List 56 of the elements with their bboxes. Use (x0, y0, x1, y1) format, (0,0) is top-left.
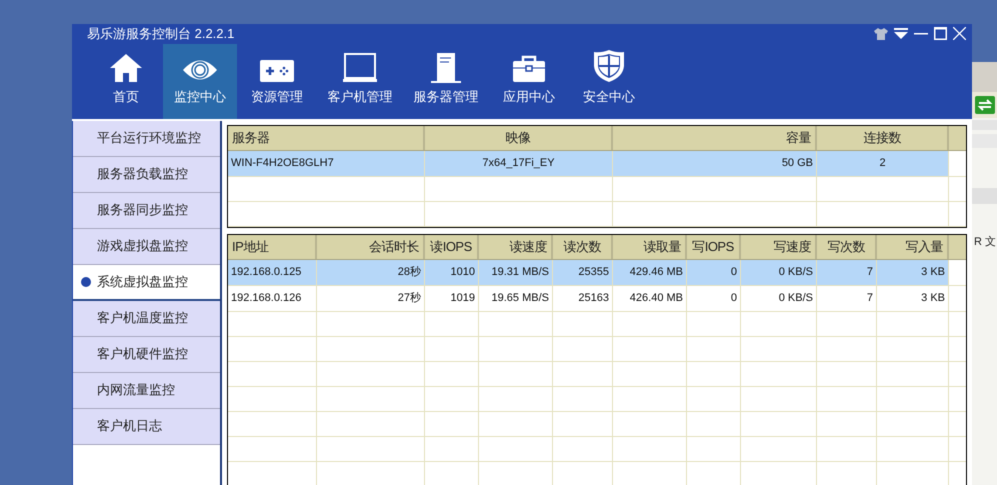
header-bar (972, 120, 997, 130)
table-cell: 0 KB/S (741, 286, 817, 310)
maximize-icon[interactable] (934, 27, 947, 40)
sidebar-item[interactable]: 内网流量监控 (73, 372, 220, 408)
table-cell: 0 (687, 286, 741, 310)
sidebar-item[interactable]: 客户机日志 (73, 408, 220, 444)
nav-tab[interactable]: 首页 (89, 44, 163, 118)
nav-tab[interactable]: 服务器管理 (403, 44, 489, 118)
background-text: R 文 (973, 234, 997, 250)
header-bar (972, 188, 997, 204)
table-cell: 7x64_17Fi_EY (425, 150, 613, 176)
refresh-icon[interactable] (975, 96, 995, 114)
table-cell: 426.40 MB (613, 286, 687, 310)
selected-dot-icon (81, 276, 91, 286)
shield-icon (593, 49, 625, 83)
server-icon (429, 53, 463, 83)
table-cell: 27秒 (317, 286, 425, 310)
table-row[interactable]: 192.168.0.126 27秒 1019 19.65 MB/S 25163 426.40 MB 0 0 KB/S 7 3 KB (228, 286, 966, 312)
table-cell: 50 GB (613, 150, 817, 176)
toolbox-icon (512, 55, 546, 83)
sidebar-item[interactable]: 客户机温度监控 (73, 300, 220, 336)
table-cell: 0 KB/S (741, 260, 817, 284)
sidebar-item[interactable]: 服务器同步监控 (73, 192, 220, 228)
window-title: 易乐游服务控制台 2.2.2.1 (87, 25, 234, 43)
nav-tab[interactable]: 应用中心 (489, 44, 569, 118)
nav-tab[interactable]: 监控中心 (163, 44, 237, 118)
close-icon[interactable] (953, 27, 966, 40)
table-cell: 192.168.0.126 (228, 286, 317, 310)
table-cell: 1019 (425, 286, 479, 310)
gamepad-icon (259, 57, 295, 83)
table-row[interactable]: 192.168.0.125 28秒 1010 19.31 MB/S 25355 429.46 MB 0 0 KB/S 7 3 KB (228, 260, 966, 286)
table-cell: 0 (687, 260, 741, 284)
table-cell: 429.46 MB (613, 260, 687, 284)
sidebar-item[interactable]: 游戏虚拟盘监控 (73, 228, 220, 264)
monitor-icon (343, 53, 377, 83)
shirt-icon[interactable] (874, 28, 888, 40)
table-row[interactable]: WIN-F4H2OE8GLH7 7x64_17Fi_EY 50 GB 2 (228, 150, 966, 176)
nav-tab[interactable]: 资源管理 (237, 44, 317, 118)
table-cell: WIN-F4H2OE8GLH7 (228, 150, 425, 176)
table-cell: 19.65 MB/S (479, 286, 553, 310)
home-icon (109, 53, 143, 83)
table-cell: 25163 (553, 286, 613, 310)
table-cell: 25355 (553, 260, 613, 284)
table-cell: 7 (817, 286, 877, 310)
sidebar-item[interactable]: 平台运行环境监控 (73, 120, 220, 156)
table-cell: 192.168.0.125 (228, 260, 317, 284)
sidebar-item[interactable]: 服务器负载监控 (73, 156, 220, 192)
table-cell: 7 (817, 260, 877, 284)
dropdown-icon[interactable] (894, 28, 908, 40)
table-cell: 28秒 (317, 260, 425, 284)
nav-tab[interactable]: 客户机管理 (317, 44, 403, 118)
nav-tab[interactable]: 安全中心 (569, 44, 649, 118)
table-cell: 1010 (425, 260, 479, 284)
sidebar-item[interactable]: 客户机硬件监控 (73, 336, 220, 372)
table-cell: 19.31 MB/S (479, 260, 553, 284)
toolbar-bar (972, 62, 997, 92)
